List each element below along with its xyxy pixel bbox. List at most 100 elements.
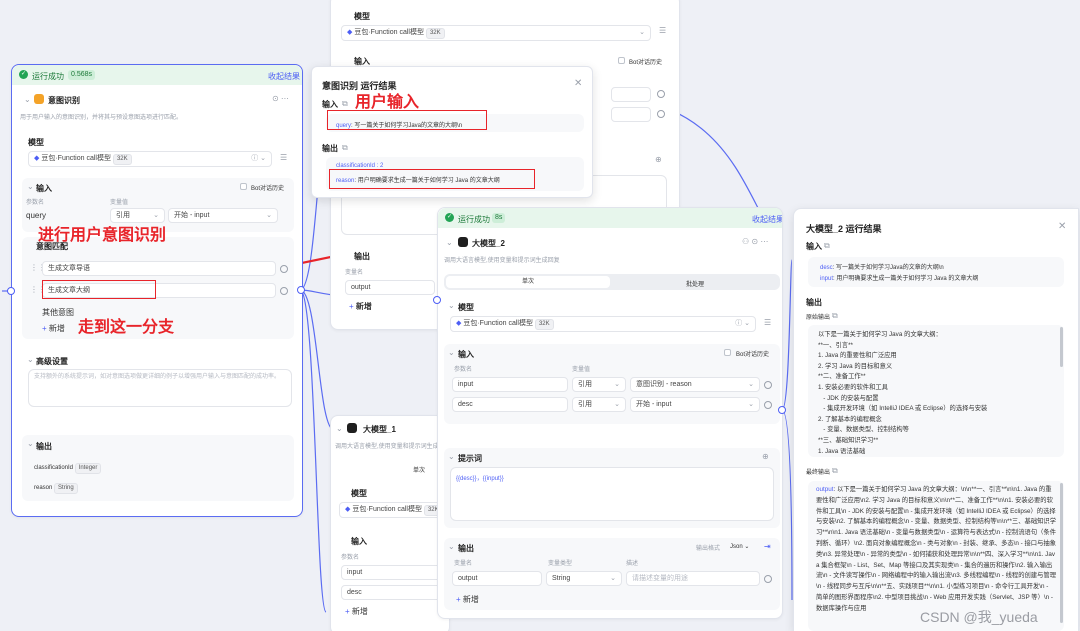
close-icon[interactable]: ✕ xyxy=(574,78,582,89)
result-raw-label: 原始输出 xyxy=(806,315,831,321)
intent-node-input-port[interactable] xyxy=(7,287,15,295)
llm2-output-type[interactable]: String ⌄ xyxy=(546,571,622,586)
llm2-bot-history-checkbox[interactable] xyxy=(724,349,731,356)
llm2-tab-single[interactable]: 单次 xyxy=(446,276,610,288)
llm2-col-desc: 描述 xyxy=(626,561,639,567)
scrollbar[interactable] xyxy=(1060,327,1063,367)
llm2-model-tag: 32K xyxy=(534,319,554,330)
ref-value-select[interactable]: 开始 - input ⌄ xyxy=(168,208,278,223)
llm2-title[interactable]: 大模型_2 xyxy=(472,238,505,249)
export-icon[interactable]: ⇥ xyxy=(764,542,771,551)
llm2-output-var[interactable]: output xyxy=(452,571,542,586)
llm1-title[interactable]: 大模型_1 xyxy=(363,424,396,435)
remove-icon[interactable] xyxy=(657,90,665,98)
llm2-desc: 调用大语言模型,使用变量和提示词生成回复 xyxy=(444,258,560,264)
collapse-chevron-icon[interactable]: ⌄ xyxy=(27,182,34,191)
close-icon[interactable]: ✕ xyxy=(1058,221,1066,232)
top-output-var[interactable]: output xyxy=(345,280,435,295)
llm2-row1-ref[interactable]: 引用 ⌄ xyxy=(572,377,626,392)
collapse-chevron-icon[interactable]: ⌄ xyxy=(448,452,455,461)
top-model-select[interactable]: ◆ 豆包·Function call模型 32K ⌄ xyxy=(341,25,651,41)
collapse-chevron-icon[interactable]: ⌄ xyxy=(448,348,455,357)
llm2-col-type: 变量类型 xyxy=(548,561,573,567)
llm2-input-port[interactable] xyxy=(433,296,441,304)
copy-icon[interactable]: ⧉ xyxy=(832,466,838,476)
remove-icon[interactable] xyxy=(764,381,772,389)
llm2-add-button[interactable]: + 新增 xyxy=(456,594,479,605)
copy-icon[interactable]: ⧉ xyxy=(832,311,838,321)
llm2-node-card[interactable]: ✓ 运行成功 8s 收起结果 ⌄ 大模型_2 ⚇ ⊙ ⋯ 调用大语言模型,使用变… xyxy=(437,207,783,619)
sliders-icon[interactable]: ☰ xyxy=(764,318,771,327)
intent-option-2-port[interactable] xyxy=(297,286,305,294)
intent-node-desc: 用于用户输入的意图识别，并将其与预设意图选项进行匹配。 xyxy=(20,115,183,121)
input-highlight xyxy=(327,110,487,130)
llm2-model-select[interactable]: ◆ 豆包·Function call模型 32K ⓘ ⌄ xyxy=(450,316,756,332)
llm1-tab-single[interactable]: 单次 xyxy=(413,465,425,474)
model-name: 豆包·Function call模型 xyxy=(41,155,111,162)
add-intent-button[interactable]: + 新增 xyxy=(42,323,65,334)
collapse-chevron-icon[interactable]: ⌄ xyxy=(27,355,34,364)
add-variable-icon[interactable]: ⊕ xyxy=(655,155,662,164)
top-add-button[interactable]: + 新增 xyxy=(349,301,372,312)
popup-output-label: 输出 xyxy=(322,144,338,153)
copy-icon[interactable]: ⧉ xyxy=(824,241,830,251)
bot-history-checkbox[interactable] xyxy=(240,183,247,190)
col-param: 参数名 xyxy=(26,200,45,206)
llm1-add-button[interactable]: + 新增 xyxy=(345,606,368,617)
llm2-row2-name[interactable]: desc xyxy=(452,397,568,412)
sliders-icon[interactable]: ☰ xyxy=(659,26,666,35)
llm2-result-panel: 大模型_2 运行结果 ✕ 输入 ⧉ desc: 写一篇关于如何学习Java的文章… xyxy=(793,208,1079,631)
result-in1: desc: 写一篇关于如何学习Java的文章的大纲\n xyxy=(820,265,944,271)
remove-icon[interactable] xyxy=(280,265,288,273)
node-actions[interactable]: ⚇ ⊙ ⋯ xyxy=(742,237,768,246)
llm2-output-format-label: 输出格式 xyxy=(696,546,721,552)
copy-icon[interactable]: ⧉ xyxy=(342,143,348,153)
param-name: query xyxy=(26,211,47,220)
llm2-row1-value[interactable]: 意图识别 - reason ⌄ xyxy=(630,377,760,392)
top-input-ref-1[interactable] xyxy=(611,87,651,102)
llm2-model-name: 豆包·Function call模型 xyxy=(463,320,533,327)
intent-node-title[interactable]: 意图识别 xyxy=(48,95,80,106)
scrollbar[interactable] xyxy=(1060,483,1063,623)
advanced-prompt-box[interactable]: 支持额外的系统提示词，如对意图选项做更详细的例子以增强用户输入与意图匹配的成功率… xyxy=(28,369,292,407)
llm1-row1[interactable]: input xyxy=(341,565,441,580)
model-select[interactable]: ◆ 豆包·Function call模型 32K ⓘ ⌄ xyxy=(28,151,272,167)
sliders-icon[interactable]: ☰ xyxy=(280,153,287,162)
llm2-output-desc[interactable]: 请描述变量的用途 xyxy=(626,571,760,586)
result-final-text: : 以下是一篇关于如何学习 Java 的文章大纲：\n\n**一、引言**\n\… xyxy=(816,486,1057,612)
llm2-tab-batch[interactable]: 批处理 xyxy=(686,279,704,288)
llm2-output-format[interactable]: Json ⌄ xyxy=(730,543,749,550)
llm1-model-label: 模型 xyxy=(351,489,367,498)
llm2-row1-name[interactable]: input xyxy=(452,377,568,392)
collapse-chevron-icon[interactable]: ⌄ xyxy=(24,95,31,104)
top-bot-history-checkbox[interactable] xyxy=(618,57,625,64)
collapse-result-link[interactable]: 收起结果 xyxy=(268,71,300,82)
intent-option-1[interactable]: 生成文章导语 xyxy=(42,261,276,276)
collapse-chevron-icon[interactable]: ⌄ xyxy=(27,439,34,448)
top-input-ref-2[interactable] xyxy=(611,107,651,122)
llm2-row2-ref[interactable]: 引用 ⌄ xyxy=(572,397,626,412)
remove-icon[interactable] xyxy=(657,110,665,118)
llm2-row2-value[interactable]: 开始 - input ⌄ xyxy=(630,397,760,412)
llm1-model-select[interactable]: ◆ 豆包·Function call模型 32K xyxy=(339,502,449,518)
add-variable-icon[interactable]: ⊕ xyxy=(762,452,769,461)
llm2-input-label: 输入 xyxy=(458,350,474,359)
copy-icon[interactable]: ⧉ xyxy=(342,99,348,109)
llm2-output-port[interactable] xyxy=(778,406,786,414)
watermark: CSDN @我_yueda xyxy=(920,609,1038,625)
node-actions[interactable]: ⊙ ⋯ xyxy=(272,94,289,103)
llm1-node-card[interactable]: ⌄ 大模型_1 调用大语言模型,使用变量和提示词生成回复 单次 模型 ◆ 豆包·… xyxy=(330,415,450,631)
llm1-row2[interactable]: desc xyxy=(341,585,441,600)
annotation-branch: 走到这一分支 xyxy=(78,319,175,336)
collapse-chevron-icon[interactable]: ⌄ xyxy=(446,238,453,247)
remove-icon[interactable] xyxy=(764,575,772,583)
llm1-input-label: 输入 xyxy=(351,537,367,546)
collapse-chevron-icon[interactable]: ⌄ xyxy=(448,301,455,310)
result-title: 大模型_2 运行结果 xyxy=(806,224,882,234)
remove-icon[interactable] xyxy=(280,287,288,295)
collapse-chevron-icon[interactable]: ⌄ xyxy=(336,424,343,433)
llm2-collapse-link[interactable]: 收起结果 xyxy=(752,214,782,225)
collapse-chevron-icon[interactable]: ⌄ xyxy=(448,542,455,551)
run-time: 0.568s xyxy=(68,70,96,80)
remove-icon[interactable] xyxy=(764,401,772,409)
